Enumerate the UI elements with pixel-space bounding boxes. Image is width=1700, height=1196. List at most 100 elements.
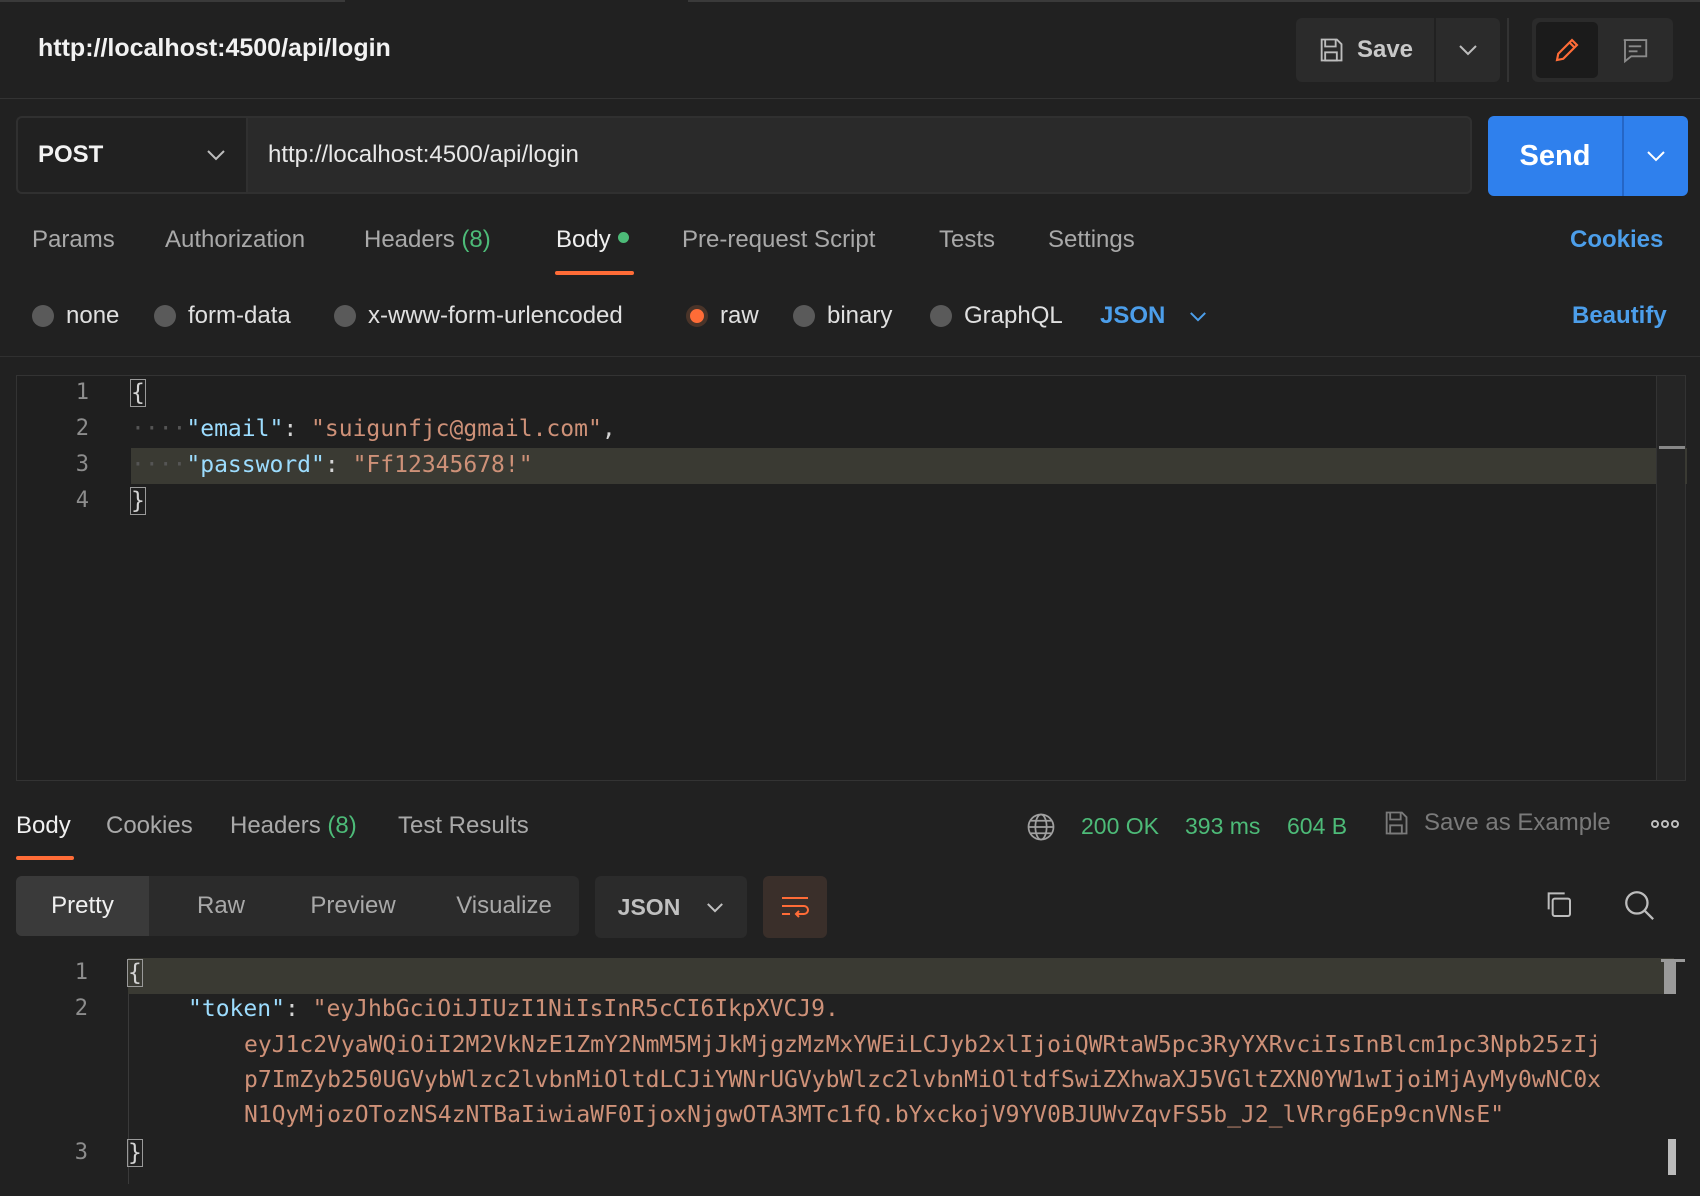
body-type-raw[interactable]: raw [686,302,759,330]
url-input[interactable] [246,116,1472,194]
body-type-label: none [66,302,120,329]
token-continuation: N1QyMjozOTozNS4zNTBaIiwiaWF0IjoxNjgwOTA3… [244,1102,1505,1128]
mode-toggle-group [1532,18,1673,82]
response-format-select[interactable]: JSON [595,876,747,938]
token-continuation: p7ImZyb250UGVybWlzc2lvbnMiOltdLCJiYWNrUG… [244,1067,1602,1093]
response-tab-test-results[interactable]: Test Results [398,812,529,840]
save-options-button[interactable] [1436,18,1500,82]
body-type-binary[interactable]: binary [793,302,892,330]
code-line: { [127,959,143,987]
line-number: 4 [75,488,89,513]
line-number: 3 [75,452,89,477]
line-number: 3 [74,1140,88,1165]
divider [0,356,1700,357]
status-code[interactable]: 200 OK [1081,813,1159,840]
editor-scrollbar[interactable] [1656,376,1685,780]
tab-tests[interactable]: Tests [939,226,995,254]
body-type-label: form-data [188,302,291,329]
body-type-none[interactable]: none [32,302,119,330]
more-icon[interactable] [1650,818,1680,830]
line-number: 2 [75,416,89,441]
code-line: ····"password": "Ff12345678!" [131,452,533,478]
send-button[interactable]: Send [1488,116,1624,196]
body-indicator-dot [617,232,629,244]
globe-icon[interactable] [1026,812,1056,842]
view-preview[interactable]: Preview [286,876,420,936]
token-continuation: eyJ1c2VyaWQiOiI2M2VkNzE1ZmY2NmM5MjJkMjgz… [244,1032,1602,1058]
beautify-button[interactable]: Beautify [1572,302,1667,330]
json-key: "email" [186,416,284,442]
save-as-example-button[interactable]: Save as Example [1382,808,1611,838]
line-number: 1 [75,380,89,405]
body-type-label: GraphQL [964,302,1063,329]
scrollbar-thumb[interactable] [1668,1139,1676,1175]
active-line-highlight [128,958,1674,994]
json-key: "token" [188,996,285,1022]
radio-icon [930,305,952,327]
response-tab-headers[interactable]: Headers (8) [230,812,357,840]
response-tab-headers-label: Headers [230,812,321,839]
send-options-button[interactable] [1624,116,1688,196]
copy-icon[interactable] [1542,888,1574,920]
chevron-down-icon [1647,151,1665,162]
wrap-lines-icon [782,897,809,918]
search-icon[interactable] [1622,888,1656,922]
comments-button[interactable] [1604,22,1666,78]
response-time[interactable]: 393 ms [1185,813,1260,840]
cookies-link[interactable]: Cookies [1570,226,1663,254]
request-title[interactable]: http://localhost:4500/api/login [38,34,391,63]
view-raw[interactable]: Raw [166,876,276,936]
comment-icon [1623,39,1648,64]
response-tab-body[interactable]: Body [16,812,71,840]
active-tab-underline [16,856,74,860]
view-visualize[interactable]: Visualize [432,876,576,936]
brace: } [130,487,146,515]
wrap-lines-button[interactable] [763,876,827,938]
response-tab-cookies[interactable]: Cookies [106,812,193,840]
body-type-form-data[interactable]: form-data [154,302,291,330]
json-value: "suigunfjc@gmail.com" [311,416,602,442]
request-body-editor[interactable]: 1 2 3 4 { ····"email": "suigunfjc@gmail.… [16,375,1687,781]
save-label: Save [1356,36,1414,63]
json-value: "Ff12345678!" [352,452,533,478]
save-button[interactable]: Save [1296,18,1436,82]
radio-icon [793,305,815,327]
line-number: 2 [74,996,88,1021]
tab-authorization[interactable]: Authorization [165,226,305,254]
view-pretty[interactable]: Pretty [16,876,149,936]
tab-settings[interactable]: Settings [1048,226,1135,254]
body-type-graphql[interactable]: GraphQL [930,302,1063,330]
scrollbar-thumb[interactable] [1664,960,1676,994]
raw-format-select[interactable]: JSON [1100,302,1207,330]
radio-selected-icon [686,305,708,327]
brace: } [127,1139,143,1167]
tab-strip-line [688,0,1700,2]
tab-headers-label: Headers [364,226,455,253]
chevron-down-icon [1190,311,1207,322]
body-type-urlencoded[interactable]: x-www-form-urlencoded [334,302,623,330]
save-group: Save [1296,18,1500,82]
body-type-label: x-www-form-urlencoded [368,302,623,329]
tab-body-label: Body [556,226,611,253]
edit-mode-button[interactable] [1536,22,1598,78]
line-number: 1 [74,960,88,985]
tab-pre-request-script[interactable]: Pre-request Script [682,226,875,254]
chevron-down-icon [1459,45,1477,56]
brace: { [130,379,146,407]
body-type-label: binary [827,302,893,329]
radio-icon [32,305,54,327]
response-view-modes: Pretty Raw Preview Visualize [16,876,579,936]
radio-icon [154,305,176,327]
response-size[interactable]: 604 B [1287,813,1347,840]
scrollbar-thumb[interactable] [1659,446,1685,449]
method-select[interactable]: POST [16,116,246,194]
header-divider [1507,18,1509,82]
chevron-down-icon [207,150,225,161]
brace: { [127,959,143,987]
response-body-viewer[interactable]: 1 2 3 { "token": "eyJhbGciOiJIUzI1NiIsIn… [16,956,1686,1196]
tab-params[interactable]: Params [32,226,115,254]
tab-body[interactable]: Body [556,226,629,254]
tab-headers[interactable]: Headers (8) [364,226,491,254]
save-icon [1320,38,1343,62]
code-line: { [130,379,146,407]
